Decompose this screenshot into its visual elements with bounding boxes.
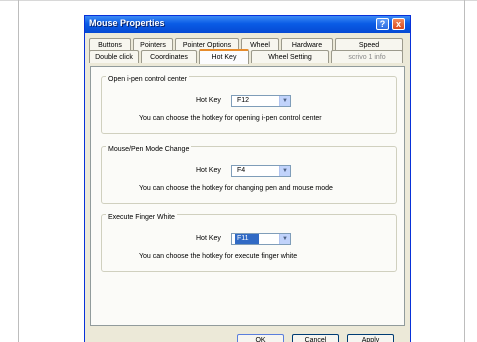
title-bar[interactable]: Mouse Properties ? x <box>85 16 410 33</box>
hotkey-value: F11 <box>235 234 259 244</box>
help-button[interactable]: ? <box>376 18 389 30</box>
close-button[interactable]: x <box>392 18 405 30</box>
page-border-left <box>18 0 19 342</box>
group-open-control-center: Open i-pen control center Hot Key F12 ▼ … <box>101 76 397 134</box>
window-title: Mouse Properties <box>89 18 165 28</box>
hotkey-label: Hot Key <box>196 167 221 174</box>
page-border-right <box>464 0 465 342</box>
apply-button[interactable]: Apply <box>347 334 394 342</box>
chevron-down-icon[interactable]: ▼ <box>279 234 290 244</box>
hotkey-label: Hot Key <box>196 235 221 242</box>
hotkey-label: Hot Key <box>196 97 221 104</box>
tab-double-click[interactable]: Double click <box>89 50 139 63</box>
group-title: Execute Finger White <box>106 214 177 221</box>
group-description: You can choose the hotkey for opening i-… <box>139 115 322 122</box>
group-title: Mouse/Pen Mode Change <box>106 146 192 153</box>
group-description: You can choose the hotkey for changing p… <box>139 185 333 192</box>
hotkey-value: F4 <box>237 167 246 174</box>
ok-button[interactable]: OK <box>237 334 284 342</box>
hotkey-select-control-center[interactable]: F12 ▼ <box>231 95 291 107</box>
chevron-down-icon[interactable]: ▼ <box>279 166 290 176</box>
cancel-button[interactable]: Cancel <box>292 334 339 342</box>
group-mode-change: Mouse/Pen Mode Change Hot Key F4 ▼ You c… <box>101 146 397 204</box>
hot-key-panel: Open i-pen control center Hot Key F12 ▼ … <box>90 66 405 326</box>
group-execute-finger-white: Execute Finger White Hot Key F11 ▼ You c… <box>101 214 397 272</box>
hotkey-select-finger-white[interactable]: F11 ▼ <box>231 233 291 245</box>
hotkey-select-mode-change[interactable]: F4 ▼ <box>231 165 291 177</box>
tab-coordinates[interactable]: Coordinates <box>141 50 197 63</box>
chevron-down-icon[interactable]: ▼ <box>279 96 290 106</box>
tab-hot-key[interactable]: Hot Key <box>199 49 249 64</box>
tab-scrivo-info[interactable]: scrivo 1 info <box>331 50 403 63</box>
group-description: You can choose the hotkey for execute fi… <box>139 253 298 260</box>
hotkey-value: F12 <box>237 97 250 104</box>
page-border-top <box>0 0 477 1</box>
tab-strip: Buttons Pointers Pointer Options Wheel H… <box>85 33 410 67</box>
mouse-properties-dialog: Mouse Properties ? x Buttons Pointers Po… <box>84 15 411 342</box>
group-title: Open i-pen control center <box>106 76 189 83</box>
tab-wheel-setting[interactable]: Wheel Setting <box>251 50 329 63</box>
